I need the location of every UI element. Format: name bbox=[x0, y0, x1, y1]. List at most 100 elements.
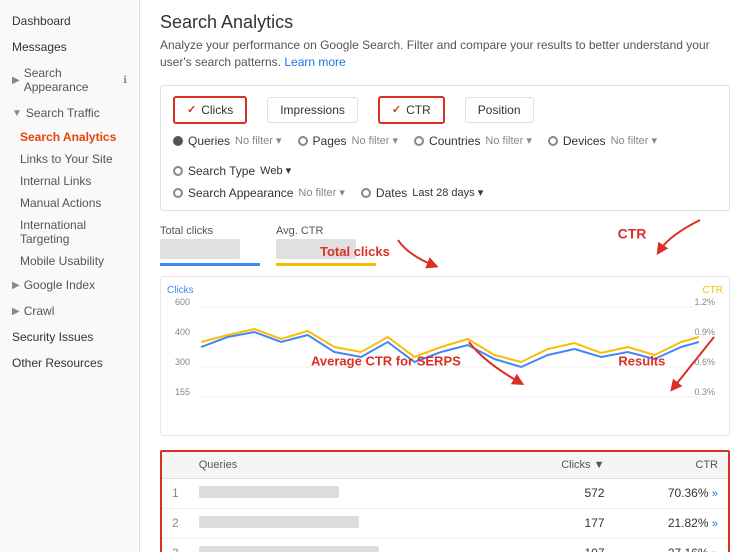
sidebar-item-search-traffic[interactable]: ▼ Search Traffic bbox=[0, 100, 139, 126]
pages-dimension[interactable]: Pages No filter ▾ bbox=[298, 134, 399, 148]
row-3-query bbox=[189, 538, 512, 552]
clicks-label: Clicks bbox=[201, 103, 233, 117]
y-tick-600: 600 bbox=[175, 297, 190, 307]
dates-dimension[interactable]: Dates Last 28 days ▾ bbox=[361, 186, 483, 200]
table-row: 3 107 27.16% » bbox=[162, 538, 728, 552]
y-tick-300: 300 bbox=[175, 357, 190, 367]
pages-filter[interactable]: No filter ▾ bbox=[352, 134, 398, 147]
sidebar-item-messages[interactable]: Messages bbox=[0, 34, 139, 60]
sidebar-item-mobile-usability[interactable]: Mobile Usability bbox=[0, 250, 139, 272]
impressions-label: Impressions bbox=[280, 103, 345, 117]
table-row: 2 177 21.82% » bbox=[162, 508, 728, 538]
search-type-label: Search Type bbox=[188, 164, 255, 178]
results-arrow-icon bbox=[669, 332, 719, 392]
sidebar-item-international-targeting[interactable]: International Targeting bbox=[0, 214, 139, 250]
search-type-filter[interactable]: Web ▾ bbox=[260, 164, 291, 177]
row-1-clicks: 572 bbox=[512, 478, 614, 508]
row-2-num: 2 bbox=[162, 508, 189, 538]
check-icon: ✓ bbox=[187, 103, 196, 116]
total-clicks-arrow-icon bbox=[393, 235, 443, 270]
devices-label: Devices bbox=[563, 134, 606, 148]
position-filter-btn[interactable]: Position bbox=[465, 97, 534, 123]
sidebar-item-links-to-site[interactable]: Links to Your Site bbox=[0, 148, 139, 170]
avg-ctr-arrow-icon bbox=[464, 337, 524, 387]
row-2-ctr: 21.82% » bbox=[615, 508, 729, 538]
row-3-ctr: 27.16% » bbox=[615, 538, 729, 552]
search-type-dimension[interactable]: Search Type Web ▾ bbox=[173, 164, 291, 178]
row-1-query bbox=[189, 478, 512, 508]
arrow-icon-3: ▶ bbox=[12, 306, 20, 317]
arrow-icon: ▶ bbox=[12, 75, 20, 86]
radio-icon-4 bbox=[173, 166, 183, 176]
dimension-row-2: Search Appearance No filter ▾ Dates Last… bbox=[173, 186, 717, 200]
results-annotation: Results bbox=[618, 332, 719, 392]
sidebar-item-search-analytics[interactable]: Search Analytics bbox=[0, 126, 139, 148]
main-content: Search Analytics Analyze your performanc… bbox=[140, 0, 750, 552]
sidebar: Dashboard Messages ▶ Search Appearance ℹ… bbox=[0, 0, 140, 552]
devices-filter[interactable]: No filter ▾ bbox=[611, 134, 657, 147]
blurred-query-2 bbox=[199, 516, 359, 528]
dates-filter[interactable]: Last 28 days ▾ bbox=[412, 186, 483, 199]
queries-dimension[interactable]: Queries No filter ▾ bbox=[173, 134, 282, 148]
radio-selected-icon bbox=[173, 136, 183, 146]
chart-y-label-clicks: Clicks bbox=[167, 285, 194, 296]
col-ctr[interactable]: CTR bbox=[615, 452, 729, 479]
sidebar-item-internal-links[interactable]: Internal Links bbox=[0, 170, 139, 192]
sidebar-item-search-appearance[interactable]: ▶ Search Appearance ℹ bbox=[0, 60, 139, 100]
devices-dimension[interactable]: Devices No filter ▾ bbox=[548, 134, 657, 148]
blurred-query-1 bbox=[199, 486, 339, 498]
dimension-row: Queries No filter ▾ Pages No filter ▾ Co… bbox=[173, 134, 717, 178]
row-1-num: 1 bbox=[162, 478, 189, 508]
countries-filter[interactable]: No filter ▾ bbox=[485, 134, 531, 147]
metric-buttons-row: ✓ Clicks Impressions ✓ CTR Position bbox=[173, 96, 717, 124]
chevron-icon-2[interactable]: » bbox=[712, 518, 718, 530]
sidebar-item-crawl[interactable]: ▶ Crawl bbox=[0, 298, 139, 324]
total-clicks-metric: Total clicks bbox=[160, 225, 260, 266]
ctr-annotation-label: CTR bbox=[618, 225, 647, 241]
clicks-filter-btn[interactable]: ✓ Clicks bbox=[173, 96, 247, 124]
dates-label: Dates bbox=[376, 186, 407, 200]
impressions-filter-btn[interactable]: Impressions bbox=[267, 97, 358, 123]
avg-ctr-annotation: Average CTR for SERPS bbox=[311, 337, 524, 387]
row-2-query bbox=[189, 508, 512, 538]
col-num bbox=[162, 452, 189, 479]
row-2-clicks: 177 bbox=[512, 508, 614, 538]
chevron-icon-3[interactable]: » bbox=[712, 548, 718, 552]
y-tick-155: 155 bbox=[175, 387, 190, 397]
col-queries[interactable]: Queries bbox=[189, 452, 512, 479]
total-clicks-annotation: Total clicks bbox=[320, 235, 443, 270]
radio-icon-3 bbox=[548, 136, 558, 146]
chart-area: Clicks CTR 600 400 300 155 1.2% 0.9% 0.6… bbox=[160, 276, 730, 436]
pages-label: Pages bbox=[313, 134, 347, 148]
queries-filter[interactable]: No filter ▾ bbox=[235, 134, 281, 147]
chevron-icon[interactable]: » bbox=[712, 488, 718, 500]
y-tick-400: 400 bbox=[175, 327, 190, 337]
total-clicks-annotation-label: Total clicks bbox=[320, 244, 390, 259]
sidebar-item-dashboard[interactable]: Dashboard bbox=[0, 8, 139, 34]
page-description: Analyze your performance on Google Searc… bbox=[160, 37, 730, 71]
countries-dimension[interactable]: Countries No filter ▾ bbox=[414, 134, 532, 148]
sidebar-item-manual-actions[interactable]: Manual Actions bbox=[0, 192, 139, 214]
col-clicks[interactable]: Clicks ▼ bbox=[512, 452, 614, 479]
radio-icon-6 bbox=[361, 188, 371, 198]
total-clicks-label: Total clicks bbox=[160, 225, 260, 237]
row-1-ctr: 70.36% » bbox=[615, 478, 729, 508]
search-appearance-dimension[interactable]: Search Appearance No filter ▾ bbox=[173, 186, 345, 200]
ctr-filter-btn[interactable]: ✓ CTR bbox=[378, 96, 445, 124]
sidebar-item-other-resources[interactable]: Other Resources bbox=[0, 350, 139, 376]
search-appearance-filter[interactable]: No filter ▾ bbox=[298, 186, 344, 199]
sidebar-item-google-index[interactable]: ▶ Google Index bbox=[0, 272, 139, 298]
metrics-chart-section: Total clicks Avg. CTR CTR Total clicks bbox=[160, 225, 730, 436]
table-row: 1 572 70.36% » bbox=[162, 478, 728, 508]
search-appearance-label: Search Appearance bbox=[188, 186, 293, 200]
position-label: Position bbox=[478, 103, 521, 117]
blurred-query-3 bbox=[199, 546, 379, 552]
arrow-expand-icon: ▼ bbox=[12, 108, 22, 119]
sidebar-item-security[interactable]: Security Issues bbox=[0, 324, 139, 350]
radio-icon-5 bbox=[173, 188, 183, 198]
results-annotation-label: Results bbox=[618, 353, 665, 368]
countries-label: Countries bbox=[429, 134, 480, 148]
ctr-annotation: CTR bbox=[618, 215, 710, 255]
results-table-container: Queries Clicks ▼ CTR 1 572 70.36% » 2 17… bbox=[160, 450, 730, 552]
learn-more-link[interactable]: Learn more bbox=[284, 55, 345, 69]
